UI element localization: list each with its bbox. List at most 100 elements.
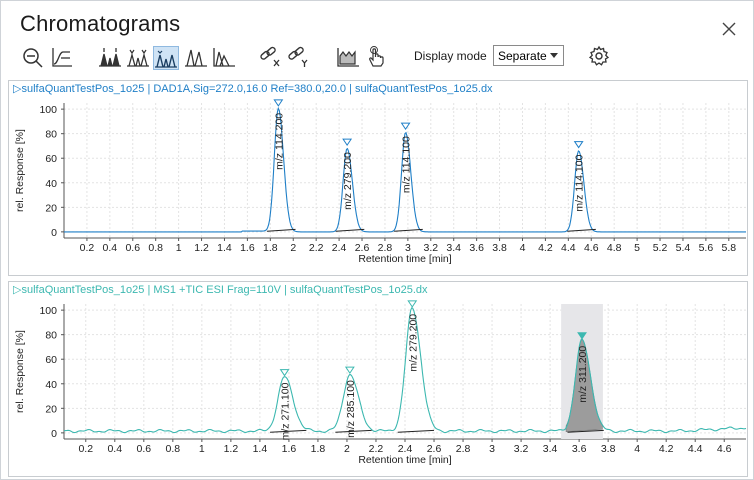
chromatogram-panel-dad: 0.2 0.4 0.6 0.8 1 1.2 1.4 1.6 1.8 2 2.2 2.4 2.6 2.8 3 3…	[8, 80, 748, 276]
y-tick-label: 80	[45, 330, 57, 342]
unlink-x-icon	[260, 46, 280, 67]
y-tick-label: 40	[45, 379, 57, 391]
peak-label: m/z 279.200	[342, 152, 354, 210]
x-tick-label: 2.8	[456, 443, 471, 455]
peak-label: m/z 285.100	[345, 380, 357, 438]
panel-header[interactable]: ▷sulfaQuantTestPos_1o25 | DAD1A,Sig=272.…	[9, 81, 747, 98]
panel-header-text: sulfaQuantTestPos_1o25 | MS1 +TIC ESI Fr…	[21, 284, 428, 296]
display-mode-select[interactable]: Separate	[493, 45, 564, 66]
x-tick-label: 2.2	[309, 242, 324, 254]
x-tick-label: 4.2	[538, 242, 553, 254]
peak-label: m/z 114.200	[273, 113, 285, 170]
x-tick-label: 3.8	[601, 443, 616, 455]
peak-baseline	[394, 228, 423, 232]
y-tick-label: 20	[45, 202, 57, 214]
x-tick-label: 1	[199, 443, 205, 455]
peak-marker	[407, 300, 418, 308]
x-tick-label: 4.8	[607, 242, 622, 254]
y-tick-label: 20	[45, 403, 57, 415]
y-tick-label: 0	[51, 227, 57, 239]
autoscale-button[interactable]	[49, 46, 75, 70]
peak-label: m/z 114.100	[401, 136, 413, 193]
peak-label: m/z 279.200	[407, 314, 419, 372]
peak-labels-alt-button[interactable]	[125, 46, 151, 70]
chromatogram-plot-ms[interactable]: 0.2 0.4 0.6 0.8 1 1.2 1.4 1.6 1.8 2 2.2 2.4 2.6 2.8 3 3…	[9, 282, 747, 476]
x-tick-label: 5.4	[676, 242, 691, 254]
overlay-peaks-icon	[155, 50, 177, 68]
peak-labels-alt-icon	[127, 49, 149, 67]
peak-baseline	[397, 429, 435, 433]
zoom-out-icon	[23, 48, 43, 68]
x-tick-label: 3.4	[543, 443, 558, 455]
x-tick-label: 4	[520, 242, 526, 254]
x-tick-label: 2	[290, 242, 296, 254]
x-axis-label: Retention time [min]	[358, 454, 451, 466]
peak-baseline	[266, 228, 296, 232]
x-tick-label: 1.2	[194, 242, 209, 254]
peak-marker	[273, 99, 284, 107]
chromatogram-plot-dad[interactable]: 0.2 0.4 0.6 0.8 1 1.2 1.4 1.6 1.8 2 2.2 2.4 2.6 2.8 3 3…	[9, 81, 747, 275]
x-tick-label: 4.4	[561, 242, 576, 254]
settings-button[interactable]	[586, 45, 612, 69]
x-tick-label: 4.6	[584, 242, 599, 254]
zoom-out-button[interactable]	[20, 46, 46, 70]
touch-hand-button[interactable]	[363, 46, 389, 70]
close-button[interactable]	[717, 17, 741, 41]
settings-icon	[588, 45, 610, 66]
x-tick-label: 0.8	[148, 242, 163, 254]
peak-separate-button[interactable]	[211, 46, 237, 70]
chevron-down-icon	[550, 53, 558, 58]
peak-label: m/z 311.200	[577, 346, 589, 403]
y-tick-label: 100	[39, 305, 57, 317]
x-tick-label: 1.4	[217, 242, 232, 254]
x-tick-label: 1.8	[263, 242, 278, 254]
x-tick-label: 1.4	[253, 443, 268, 455]
y-tick-label: 60	[45, 354, 57, 366]
peak-label: m/z 271.100	[280, 382, 292, 440]
y-tick-label: 100	[39, 104, 57, 116]
x-tick-label: 2.4	[332, 242, 347, 254]
peak-baseline	[335, 228, 365, 232]
x-tick-label: 5.6	[699, 242, 714, 254]
x-tick-label: 1.6	[282, 443, 297, 455]
panel-header[interactable]: ▷sulfaQuantTestPos_1o25 | MS1 +TIC ESI F…	[9, 282, 747, 299]
unlink-x-button[interactable]	[257, 46, 283, 70]
display-mode-label: Display mode	[414, 49, 487, 63]
x-tick-label: 4.6	[717, 443, 732, 455]
x-axis-label: Retention time [min]	[358, 253, 451, 265]
x-tick-label: 1.2	[224, 443, 239, 455]
x-tick-label: 0.6	[125, 242, 140, 254]
x-tick-label: 1.6	[240, 242, 255, 254]
peak-marker	[279, 369, 290, 377]
x-tick-label: 0.4	[107, 443, 122, 455]
display-mode-value: Separate	[498, 49, 547, 63]
x-tick-label: 2	[344, 443, 350, 455]
peak-baseline	[567, 228, 596, 232]
unlink-y-button[interactable]	[285, 46, 311, 70]
close-icon	[722, 22, 736, 36]
x-tick-label: 0.8	[166, 443, 181, 455]
y-axis-label: rel. Response [%]	[14, 330, 26, 413]
x-tick-label: 3	[489, 443, 495, 455]
touch-hand-icon	[369, 46, 384, 67]
x-tick-label: 5.2	[653, 242, 668, 254]
autoscale-icon	[52, 48, 72, 67]
y-tick-label: 60	[45, 153, 57, 165]
x-tick-label: 4	[634, 443, 640, 455]
x-tick-label: 0.2	[78, 443, 93, 455]
integration-button[interactable]	[335, 46, 361, 70]
chromatogram-panel-ms: 0.2 0.4 0.6 0.8 1 1.2 1.4 1.6 1.8 2 2.2 2.4 2.6 2.8 3 3…	[8, 281, 748, 477]
x-tick-label: 0.6	[137, 443, 152, 455]
peak-marker	[573, 141, 584, 149]
overlay-peaks-button[interactable]	[153, 46, 179, 70]
peak-labels-button[interactable]	[97, 46, 123, 70]
x-tick-label: 3.2	[514, 443, 529, 455]
window-title: Chromatograms	[20, 11, 181, 36]
peak-stack-button[interactable]	[183, 46, 209, 70]
y-tick-label: 0	[51, 428, 57, 440]
panel-header-text: sulfaQuantTestPos_1o25 | DAD1A,Sig=272.0…	[21, 83, 493, 95]
x-tick-label: 1	[176, 242, 182, 254]
x-tick-label: 4.4	[688, 443, 703, 455]
peak-marker	[342, 138, 353, 147]
integration-icon	[337, 48, 359, 67]
